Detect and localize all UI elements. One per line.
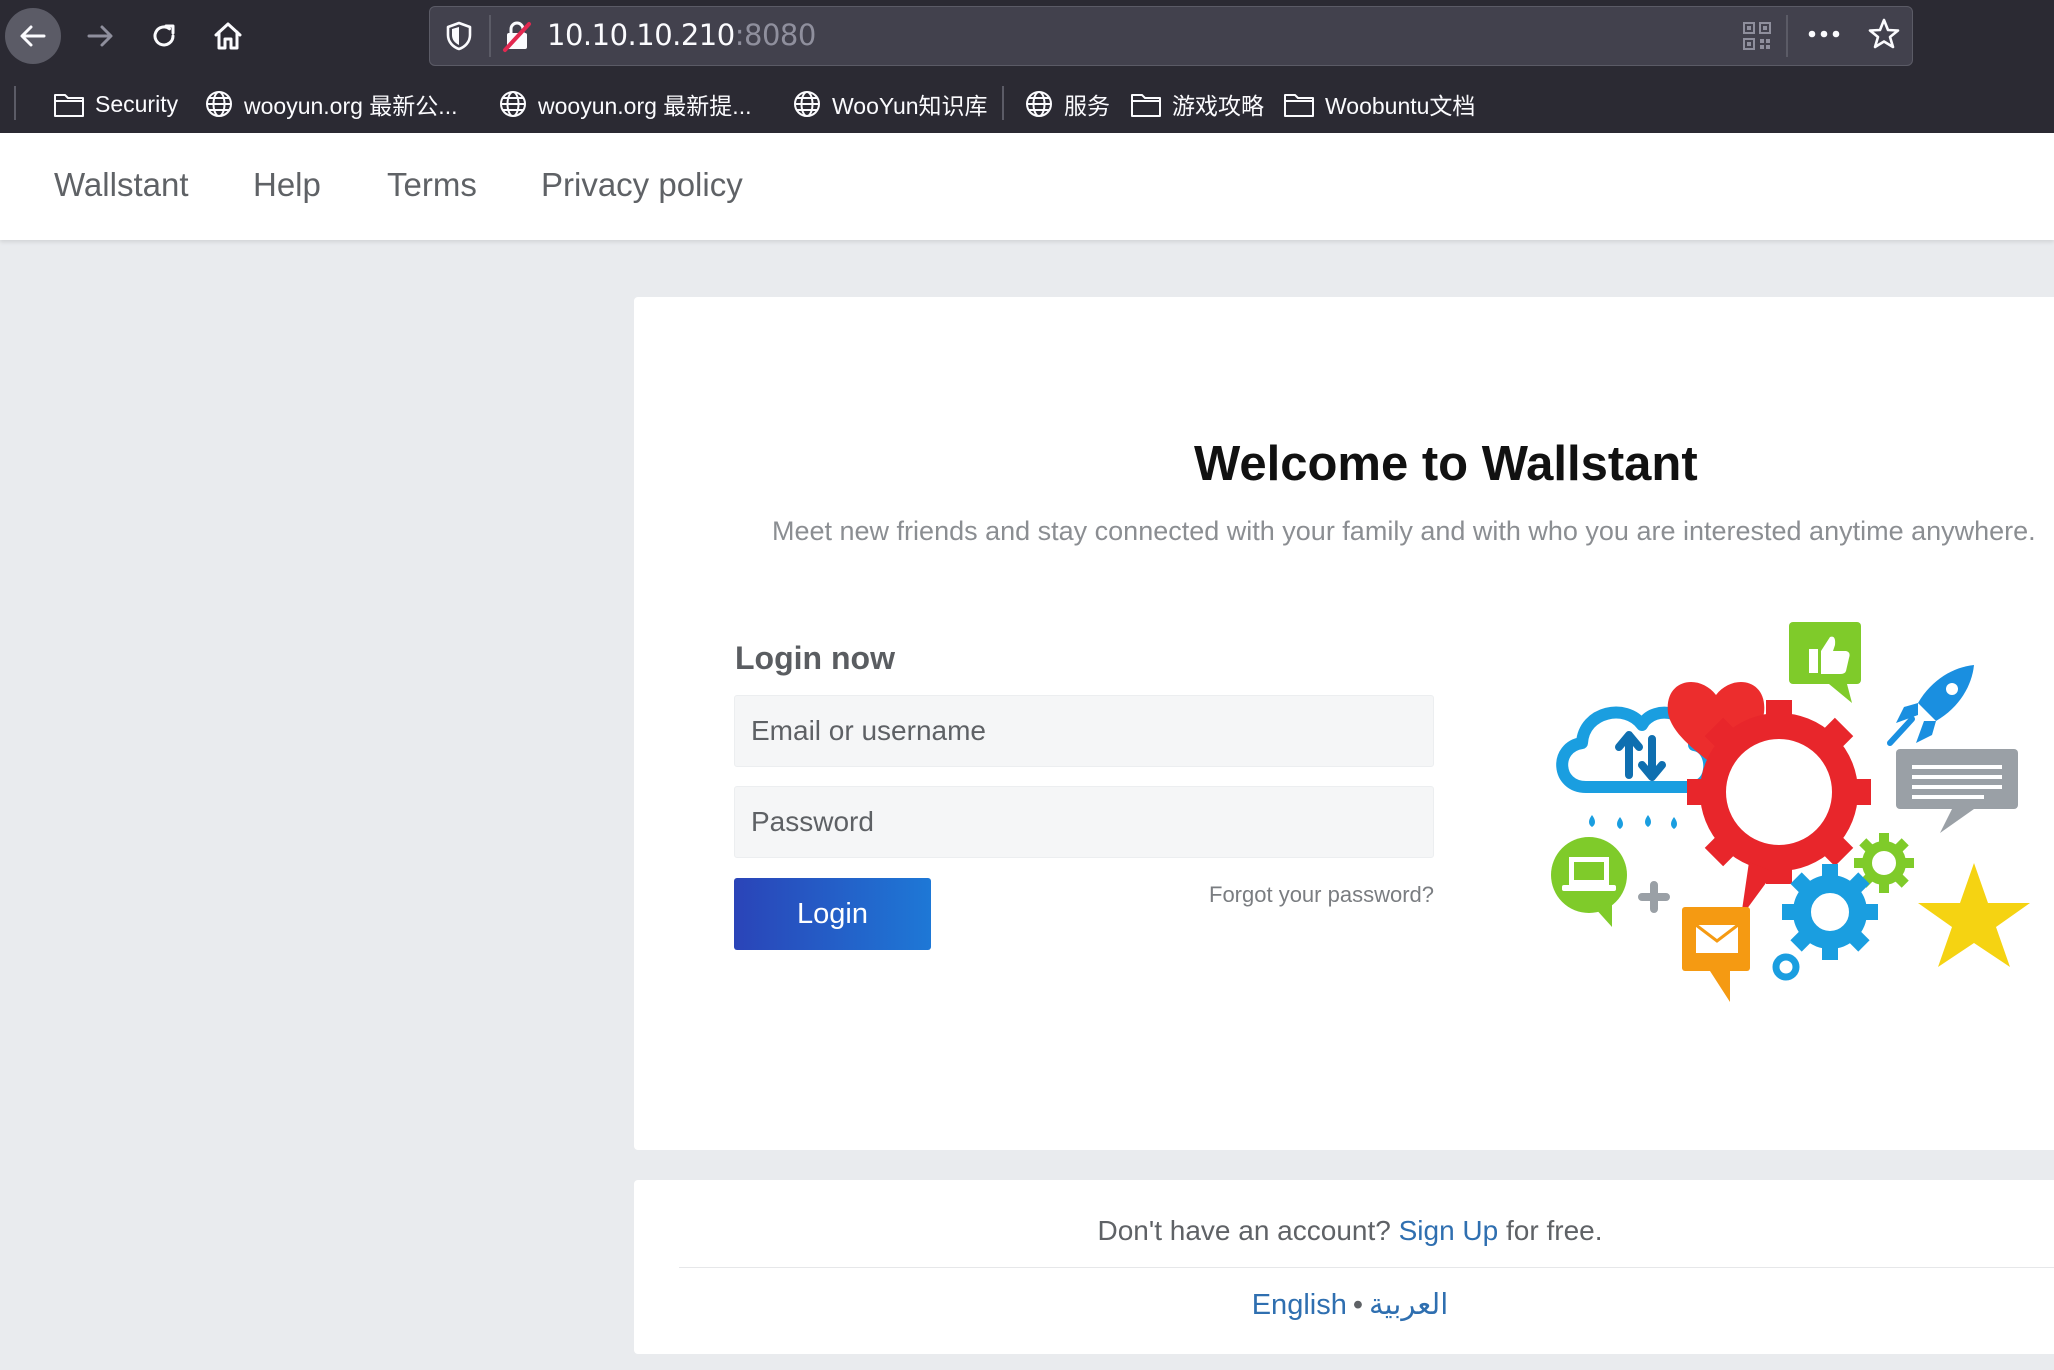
social-network-illustration [1551, 622, 2030, 1002]
folder-icon [1131, 94, 1161, 117]
login-button[interactable]: Login [734, 878, 931, 950]
bookmark-services[interactable]: 服务 [1024, 86, 1110, 122]
rocket-icon [1887, 665, 1974, 746]
folder-icon [1284, 94, 1314, 117]
bookmark-label: Security [95, 90, 179, 117]
nav-link-terms[interactable]: Terms [387, 165, 477, 205]
footer-divider [679, 1267, 2054, 1268]
home-button[interactable] [200, 8, 256, 64]
bookmark-wooyun-2[interactable]: wooyun.org 最新提... [498, 86, 751, 122]
nav-link-help[interactable]: Help [253, 165, 321, 205]
bookmark-label: Woobuntu文档 [1325, 93, 1476, 119]
laptop-icon [1551, 837, 1627, 927]
tiny-gear-icon [1772, 953, 1800, 981]
url-bar-divider [489, 15, 491, 57]
plus-icon [1638, 881, 1670, 913]
signup-suffix: for free. [1506, 1215, 1603, 1246]
bookmark-game-guides[interactable]: 游戏攻略 [1130, 86, 1264, 122]
sign-up-link[interactable]: Sign Up [1399, 1215, 1499, 1246]
browser-toolbar: 10.10.10.210:8080 [0, 0, 2054, 72]
bookmarks-toolbar: Security wooyun.org 最新公... wooyun.org 最新… [0, 82, 2054, 126]
welcome-subtitle: Meet new friends and stay connected with… [772, 516, 2036, 546]
url-bar-divider-right [1786, 15, 1788, 57]
language-english-link[interactable]: English [1252, 1289, 1347, 1321]
language-separator: • [1352, 1289, 1363, 1321]
arrow-right-icon [87, 25, 113, 47]
bookmark-wooyun-1[interactable]: wooyun.org 最新公... [204, 86, 457, 122]
login-card: Welcome to Wallstant Meet new friends an… [634, 297, 2054, 1150]
blue-gear-icon [1782, 864, 1878, 960]
bookmarks-grip [14, 86, 16, 120]
language-arabic-link[interactable]: العربية [1369, 1289, 1448, 1321]
welcome-title: Welcome to Wallstant [1194, 437, 1698, 491]
site-navbar: Wallstant Help Terms Privacy policy [0, 133, 2054, 240]
url-port: :8080 [734, 18, 817, 52]
url-bar[interactable]: 10.10.10.210:8080 [429, 6, 1913, 66]
message-bubble-icon [1896, 749, 2018, 833]
back-button[interactable] [5, 8, 61, 64]
bookmark-woobuntu-docs[interactable]: Woobuntu文档 [1283, 86, 1475, 122]
globe-icon [500, 91, 526, 117]
url-text[interactable]: 10.10.10.210:8080 [547, 17, 816, 53]
qr-code-icon[interactable] [1742, 21, 1772, 51]
signup-prompt: Don't have an account? Sign Up for free. [634, 1213, 2054, 1249]
email-or-username-input[interactable] [734, 695, 1434, 767]
forward-button[interactable] [72, 8, 128, 64]
bookmark-label: WooYun知识库 [832, 93, 988, 119]
more-actions-icon[interactable] [1806, 19, 1842, 49]
password-input[interactable] [734, 786, 1434, 858]
reload-icon [153, 24, 175, 47]
shield-icon[interactable] [444, 20, 474, 52]
bookmarks-separator [1002, 86, 1004, 120]
browser-chrome: 10.10.10.210:8080 Security wooyun.org 最新… [0, 0, 2054, 133]
reload-button[interactable] [136, 8, 192, 64]
home-icon [214, 22, 242, 50]
bookmark-label: wooyun.org 最新公... [244, 93, 458, 119]
star-icon [1918, 863, 2030, 967]
forgot-password-link[interactable]: Forgot your password? [1194, 882, 1434, 908]
bookmark-star-icon[interactable] [1867, 17, 1901, 51]
globe-icon [206, 91, 232, 117]
folder-icon [54, 94, 84, 117]
thumbs-up-icon [1789, 622, 1861, 703]
globe-icon [1026, 91, 1052, 117]
mail-icon [1682, 907, 1750, 1002]
bookmark-wooyun-knowledge[interactable]: WooYun知识库 [792, 86, 988, 122]
language-switcher: English • العربية [634, 1286, 2054, 1324]
signup-prefix: Don't have an account? [1097, 1215, 1391, 1246]
signup-footer-card: Don't have an account? Sign Up for free.… [634, 1180, 2054, 1354]
bookmark-label: 游戏攻略 [1172, 93, 1264, 119]
url-host: 10.10.10.210 [547, 18, 735, 52]
nav-link-privacy-policy[interactable]: Privacy policy [541, 165, 743, 205]
bookmark-label: wooyun.org 最新提... [538, 93, 752, 119]
login-heading: Login now [735, 640, 895, 676]
bookmark-label: 服务 [1064, 93, 1110, 119]
nav-link-wallstant[interactable]: Wallstant [54, 165, 188, 205]
globe-icon [794, 91, 820, 117]
insecure-lock-icon[interactable] [502, 19, 532, 53]
bookmark-security[interactable]: Security [53, 86, 178, 122]
arrow-left-icon [20, 25, 46, 47]
